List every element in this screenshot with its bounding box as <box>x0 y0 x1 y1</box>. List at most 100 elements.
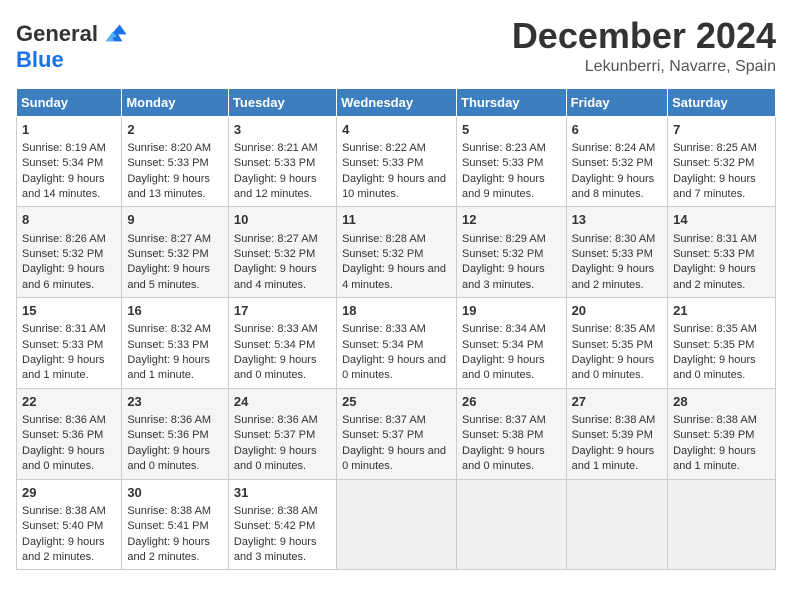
day-number: 12 <box>462 211 561 229</box>
calendar-cell: 8Sunrise: 8:26 AMSunset: 5:32 PMDaylight… <box>17 207 122 298</box>
sunset-text: Sunset: 5:33 PM <box>22 339 103 351</box>
day-number: 16 <box>127 302 223 320</box>
day-number: 4 <box>342 121 451 139</box>
calendar-cell: 24Sunrise: 8:36 AMSunset: 5:37 PMDayligh… <box>228 388 336 479</box>
sunrise-text: Sunrise: 8:27 AM <box>234 233 318 245</box>
daylight-text: Daylight: 9 hours and 14 minutes. <box>22 173 105 200</box>
calendar-cell <box>337 479 457 570</box>
logo-text-general: General <box>16 22 98 46</box>
calendar-cell: 19Sunrise: 8:34 AMSunset: 5:34 PMDayligh… <box>457 298 567 389</box>
logo-icon <box>100 20 128 48</box>
daylight-text: Daylight: 9 hours and 2 minutes. <box>22 536 105 563</box>
sunset-text: Sunset: 5:39 PM <box>572 429 653 441</box>
sunrise-text: Sunrise: 8:24 AM <box>572 142 656 154</box>
day-number: 14 <box>673 211 770 229</box>
sunrise-text: Sunrise: 8:37 AM <box>342 414 426 426</box>
sunrise-text: Sunrise: 8:38 AM <box>572 414 656 426</box>
sunset-text: Sunset: 5:32 PM <box>462 248 543 260</box>
calendar-cell: 5Sunrise: 8:23 AMSunset: 5:33 PMDaylight… <box>457 116 567 207</box>
daylight-text: Daylight: 9 hours and 0 minutes. <box>462 445 545 472</box>
sunset-text: Sunset: 5:34 PM <box>234 339 315 351</box>
sunset-text: Sunset: 5:33 PM <box>342 157 423 169</box>
calendar-cell: 26Sunrise: 8:37 AMSunset: 5:38 PMDayligh… <box>457 388 567 479</box>
calendar-cell: 23Sunrise: 8:36 AMSunset: 5:36 PMDayligh… <box>122 388 229 479</box>
sunrise-text: Sunrise: 8:36 AM <box>234 414 318 426</box>
daylight-text: Daylight: 9 hours and 3 minutes. <box>234 536 317 563</box>
day-number: 2 <box>127 121 223 139</box>
sunrise-text: Sunrise: 8:38 AM <box>673 414 757 426</box>
day-number: 23 <box>127 393 223 411</box>
calendar-cell: 15 Sunrise: 8:31 AM Sunset: 5:33 PM Dayligh… <box>17 298 122 389</box>
sunrise-text: Sunrise: 8:35 AM <box>572 323 656 335</box>
day-number: 3 <box>234 121 331 139</box>
sunset-text: Sunset: 5:32 PM <box>572 157 653 169</box>
sunrise-text: Sunrise: 8:23 AM <box>462 142 546 154</box>
sunset-text: Sunset: 5:32 PM <box>22 248 103 260</box>
daylight-text: Daylight: 9 hours and 0 minutes. <box>462 354 545 381</box>
sunrise-text: Sunrise: 8:35 AM <box>673 323 757 335</box>
day-number: 11 <box>342 211 451 229</box>
sunrise-text: Sunrise: 8:30 AM <box>572 233 656 245</box>
calendar-cell: 10Sunrise: 8:27 AMSunset: 5:32 PMDayligh… <box>228 207 336 298</box>
daylight-text: Daylight: 9 hours and 9 minutes. <box>462 173 545 200</box>
day-number: 20 <box>572 302 663 320</box>
day-number: 15 <box>22 302 116 320</box>
logo-text-blue: Blue <box>16 47 64 72</box>
daylight-text: Daylight: 9 hours and 13 minutes. <box>127 173 210 200</box>
calendar-cell: 22Sunrise: 8:36 AMSunset: 5:36 PMDayligh… <box>17 388 122 479</box>
daylight-text: Daylight: 9 hours and 0 minutes. <box>342 354 446 381</box>
sunset-text: Sunset: 5:33 PM <box>127 339 208 351</box>
column-header-tuesday: Tuesday <box>228 88 336 116</box>
sunrise-text: Sunrise: 8:31 AM <box>22 323 106 335</box>
daylight-text: Daylight: 9 hours and 1 minute. <box>127 354 210 381</box>
sunset-text: Sunset: 5:32 PM <box>342 248 423 260</box>
day-number: 22 <box>22 393 116 411</box>
day-number: 24 <box>234 393 331 411</box>
sunrise-text: Sunrise: 8:20 AM <box>127 142 211 154</box>
day-number: 25 <box>342 393 451 411</box>
daylight-text: Daylight: 9 hours and 8 minutes. <box>572 173 655 200</box>
calendar-cell: 16Sunrise: 8:32 AMSunset: 5:33 PMDayligh… <box>122 298 229 389</box>
calendar-cell: 30Sunrise: 8:38 AMSunset: 5:41 PMDayligh… <box>122 479 229 570</box>
calendar-row: 8Sunrise: 8:26 AMSunset: 5:32 PMDaylight… <box>17 207 776 298</box>
sunrise-text: Sunrise: 8:38 AM <box>234 505 318 517</box>
sunrise-text: Sunrise: 8:38 AM <box>22 505 106 517</box>
calendar-cell <box>668 479 776 570</box>
day-number: 10 <box>234 211 331 229</box>
sunset-text: Sunset: 5:35 PM <box>673 339 754 351</box>
sunset-text: Sunset: 5:39 PM <box>673 429 754 441</box>
calendar-row: 1Sunrise: 8:19 AMSunset: 5:34 PMDaylight… <box>17 116 776 207</box>
daylight-text: Daylight: 9 hours and 10 minutes. <box>342 173 446 200</box>
sunset-text: Sunset: 5:32 PM <box>673 157 754 169</box>
daylight-text: Daylight: 9 hours and 6 minutes. <box>22 263 105 290</box>
calendar-cell: 9Sunrise: 8:27 AMSunset: 5:32 PMDaylight… <box>122 207 229 298</box>
daylight-text: Daylight: 9 hours and 1 minute. <box>673 445 756 472</box>
day-number: 28 <box>673 393 770 411</box>
header-row: SundayMondayTuesdayWednesdayThursdayFrid… <box>17 88 776 116</box>
daylight-text: Daylight: 9 hours and 0 minutes. <box>673 354 756 381</box>
calendar-cell: 13Sunrise: 8:30 AMSunset: 5:33 PMDayligh… <box>566 207 668 298</box>
calendar-cell: 25Sunrise: 8:37 AMSunset: 5:37 PMDayligh… <box>337 388 457 479</box>
calendar-cell: 18Sunrise: 8:33 AMSunset: 5:34 PMDayligh… <box>337 298 457 389</box>
daylight-text: Daylight: 9 hours and 4 minutes. <box>342 263 446 290</box>
calendar-cell: 12Sunrise: 8:29 AMSunset: 5:32 PMDayligh… <box>457 207 567 298</box>
sunset-text: Sunset: 5:41 PM <box>127 520 208 532</box>
sunset-text: Sunset: 5:36 PM <box>22 429 103 441</box>
sunrise-text: Sunrise: 8:34 AM <box>462 323 546 335</box>
sunset-text: Sunset: 5:42 PM <box>234 520 315 532</box>
daylight-text: Daylight: 9 hours and 0 minutes. <box>234 354 317 381</box>
sunset-text: Sunset: 5:33 PM <box>127 157 208 169</box>
calendar-cell: 29Sunrise: 8:38 AMSunset: 5:40 PMDayligh… <box>17 479 122 570</box>
daylight-text: Daylight: 9 hours and 1 minute. <box>22 354 105 381</box>
daylight-text: Daylight: 9 hours and 0 minutes. <box>342 445 446 472</box>
sunrise-text: Sunrise: 8:31 AM <box>673 233 757 245</box>
page-header: General Blue December 2024 Lekunberri, N… <box>16 16 776 76</box>
calendar-cell: 1Sunrise: 8:19 AMSunset: 5:34 PMDaylight… <box>17 116 122 207</box>
sunrise-text: Sunrise: 8:27 AM <box>127 233 211 245</box>
sunset-text: Sunset: 5:34 PM <box>342 339 423 351</box>
calendar-cell: 27Sunrise: 8:38 AMSunset: 5:39 PMDayligh… <box>566 388 668 479</box>
sunrise-text: Sunrise: 8:33 AM <box>234 323 318 335</box>
month-title: December 2024 <box>512 16 776 56</box>
day-number: 30 <box>127 484 223 502</box>
sunset-text: Sunset: 5:36 PM <box>127 429 208 441</box>
